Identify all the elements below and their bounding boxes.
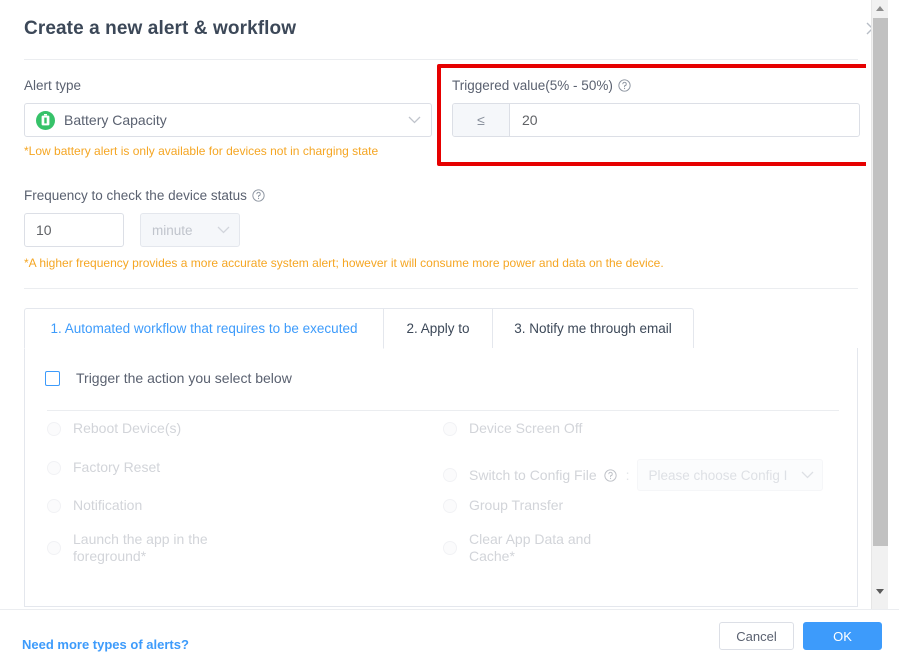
chevron-down-icon xyxy=(801,471,814,479)
radio-icon[interactable] xyxy=(47,541,61,555)
frequency-unit-value: minute xyxy=(152,222,193,238)
question-circle-icon[interactable] xyxy=(252,189,265,202)
workflow-tabs: 1. Automated workflow that requires to b… xyxy=(24,308,858,607)
option-reboot-devices[interactable]: Reboot Device(s) xyxy=(47,420,181,437)
alert-type-note: *Low battery alert is only available for… xyxy=(24,144,379,158)
panel-divider xyxy=(47,410,839,411)
frequency-label: Frequency to check the device status xyxy=(24,188,247,203)
option-label: Group Transfer xyxy=(469,497,564,513)
caret-down-icon[interactable] xyxy=(872,583,888,600)
radio-icon[interactable] xyxy=(47,460,61,475)
frequency-unit-select[interactable]: minute xyxy=(140,213,240,247)
option-clear-app-data[interactable]: Clear App Data and Cache* xyxy=(443,531,609,565)
chevron-down-icon xyxy=(217,226,230,234)
caret-up-icon[interactable] xyxy=(872,0,888,17)
triggered-value-input-group: ≤ xyxy=(452,103,860,137)
alert-type-select[interactable]: Battery Capacity xyxy=(24,103,432,137)
option-group-transfer[interactable]: Group Transfer xyxy=(443,497,563,514)
triggered-value-label: Triggered value(5% - 50%) xyxy=(452,78,613,93)
vertical-scrollbar[interactable] xyxy=(871,0,888,610)
battery-icon xyxy=(36,110,55,130)
frequency-value-input[interactable] xyxy=(24,213,124,247)
frequency-section: Frequency to check the device status min… xyxy=(24,188,724,270)
alert-type-value: Battery Capacity xyxy=(64,112,167,128)
frequency-note: *A higher frequency provides a more accu… xyxy=(24,256,664,270)
triggered-value-input[interactable] xyxy=(510,104,859,136)
ok-button[interactable]: OK xyxy=(803,622,882,650)
option-label: Device Screen Off xyxy=(469,420,583,436)
comparator-select[interactable]: ≤ xyxy=(453,104,510,136)
tab-notify-email[interactable]: 3. Notify me through email xyxy=(492,308,694,349)
chevron-down-icon xyxy=(408,116,421,124)
radio-icon[interactable] xyxy=(47,498,61,513)
tab-strip: 1. Automated workflow that requires to b… xyxy=(24,308,858,349)
config-file-select[interactable]: Please choose Config I xyxy=(636,459,823,491)
option-launch-app-foreground[interactable]: Launch the app in the foreground* xyxy=(47,531,213,565)
option-label: Reboot Device(s) xyxy=(73,420,182,436)
radio-icon[interactable] xyxy=(443,421,457,436)
trigger-action-label: Trigger the action you select below xyxy=(76,370,292,386)
triggered-value-section: Triggered value(5% - 50%) ≤ xyxy=(452,78,860,137)
radio-icon[interactable] xyxy=(443,541,457,555)
question-circle-icon[interactable] xyxy=(603,468,617,482)
tab-apply-to[interactable]: 2. Apply to xyxy=(383,308,493,349)
dialog-header: Create a new alert & workflow xyxy=(0,0,878,60)
create-alert-dialog: Create a new alert & workflow Alert type xyxy=(0,0,899,658)
config-separator: : xyxy=(625,467,630,483)
page-title: Create a new alert & workflow xyxy=(24,18,297,39)
cancel-button[interactable]: Cancel xyxy=(719,622,794,650)
option-label: Notification xyxy=(73,497,143,513)
section-divider xyxy=(24,288,858,289)
need-more-alerts-link[interactable]: Need more types of alerts? xyxy=(22,637,189,652)
trigger-action-checkbox-row[interactable]: Trigger the action you select below xyxy=(45,370,292,386)
trigger-action-checkbox[interactable] xyxy=(45,370,60,386)
option-label: Factory Reset xyxy=(73,459,161,475)
dialog-footer: Need more types of alerts? Cancel OK xyxy=(0,609,899,658)
radio-icon[interactable] xyxy=(443,498,457,513)
tab-automated-workflow[interactable]: 1. Automated workflow that requires to b… xyxy=(24,308,384,349)
tab-panel-automated-workflow: Trigger the action you select below Rebo… xyxy=(24,348,858,607)
scrollbar-thumb[interactable] xyxy=(873,18,888,546)
alert-type-section: Alert type Battery Capacity *Low battery xyxy=(24,78,432,158)
dialog-body: Alert type Battery Capacity *Low battery xyxy=(0,60,866,608)
option-switch-config-file[interactable]: Switch to Config File : Please choose Co… xyxy=(443,459,823,491)
radio-icon[interactable] xyxy=(47,421,61,436)
config-file-placeholder: Please choose Config I xyxy=(648,467,788,483)
radio-icon[interactable] xyxy=(443,468,457,482)
option-device-screen-off[interactable]: Device Screen Off xyxy=(443,420,582,437)
alert-type-label: Alert type xyxy=(24,78,82,93)
option-label: Launch the app in the foreground* xyxy=(73,531,208,564)
option-notification[interactable]: Notification xyxy=(47,497,142,514)
question-circle-icon[interactable] xyxy=(618,79,631,92)
option-factory-reset[interactable]: Factory Reset xyxy=(47,459,160,476)
option-label: Clear App Data and Cache* xyxy=(469,531,592,564)
option-label: Switch to Config File xyxy=(469,466,597,483)
